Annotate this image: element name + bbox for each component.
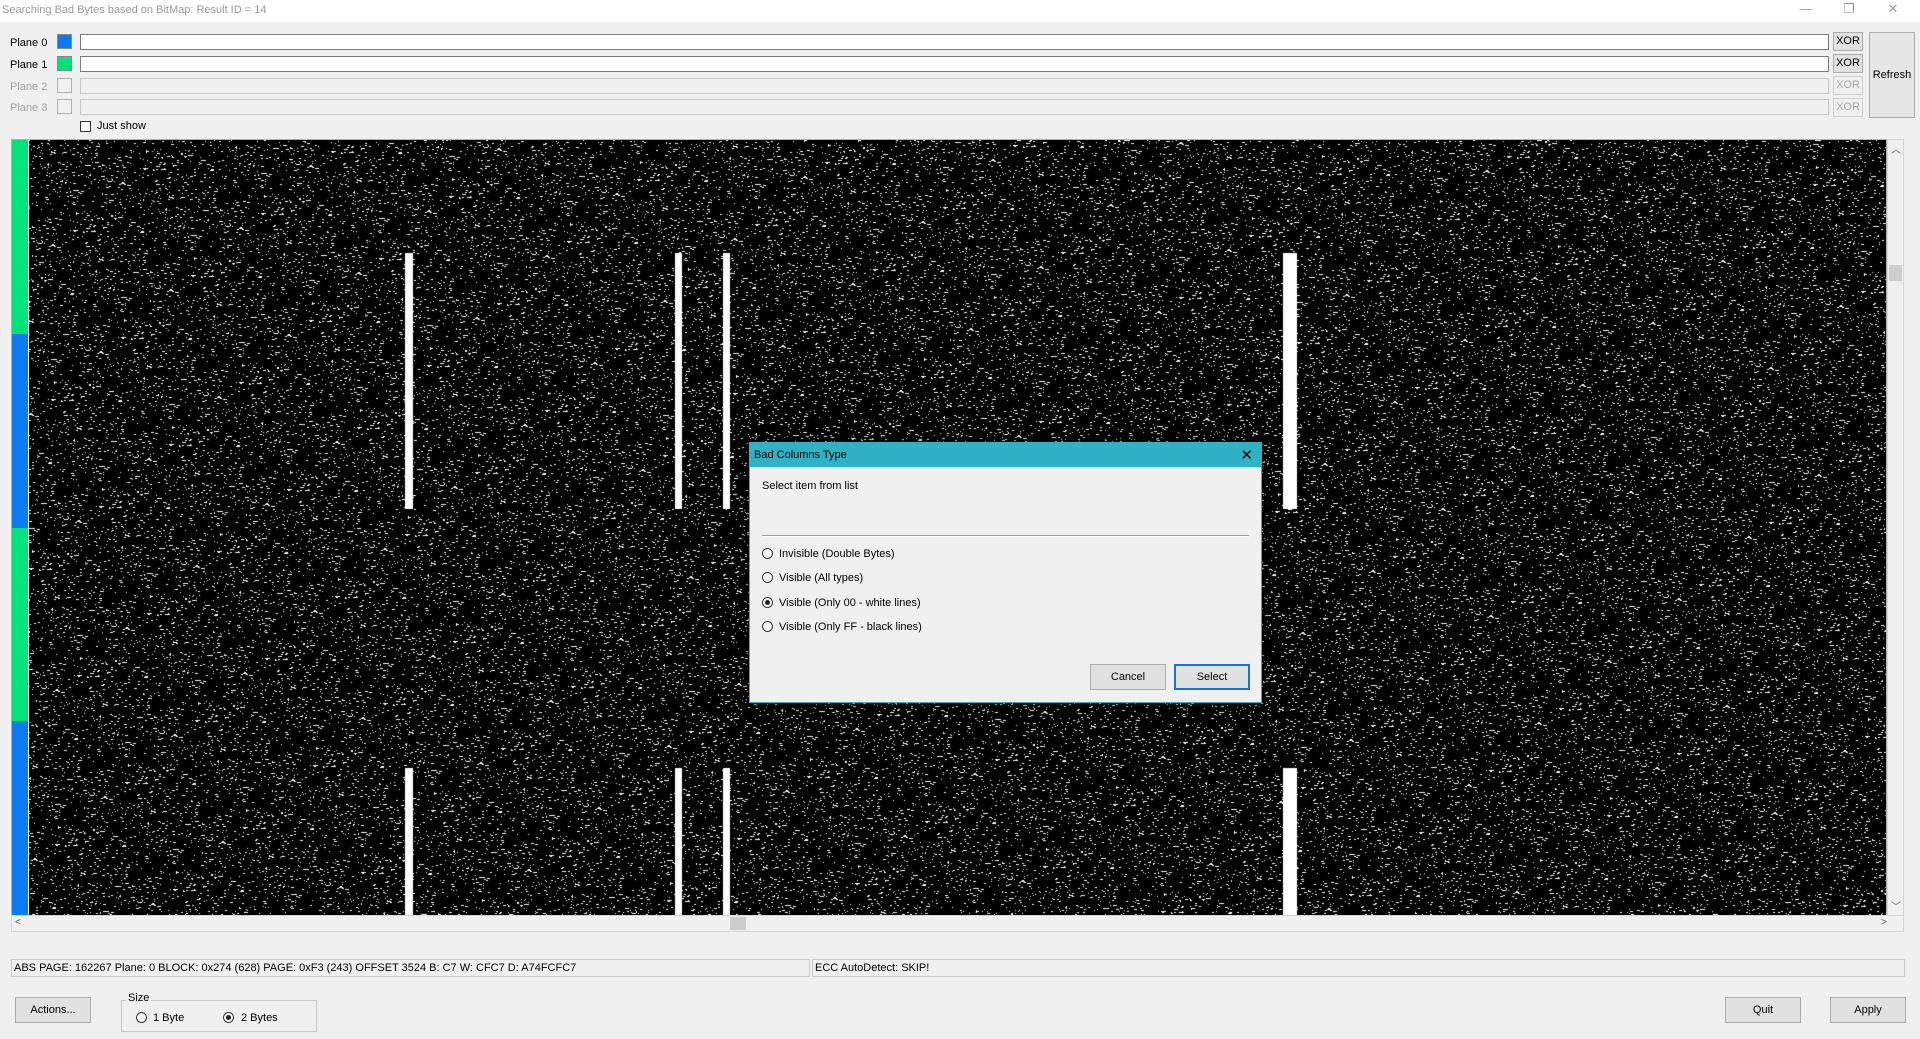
- just-show-label: Just show: [97, 120, 146, 132]
- option-label: Visible (Only 00 - white lines): [779, 597, 921, 609]
- option-visible-only-00-radio[interactable]: [762, 597, 773, 608]
- plane-bit-field[interactable]: [80, 56, 1829, 72]
- just-show-checkbox[interactable]: [80, 121, 91, 132]
- select-button[interactable]: Select: [1174, 664, 1250, 690]
- scroll-left-icon[interactable]: <: [15, 917, 21, 928]
- plane-strip-segment: [12, 140, 28, 334]
- xor-button[interactable]: XOR: [1833, 32, 1863, 51]
- plane-color-swatch: [57, 99, 72, 114]
- plane-strip-segment: [12, 527, 28, 722]
- scroll-thumb[interactable]: [730, 917, 746, 930]
- plane-strip-segment: [12, 721, 28, 915]
- plane-bit-field: [80, 78, 1829, 94]
- dialog-title: Bad Columns Type: [754, 449, 847, 461]
- size-2-bytes-label: 2 Bytes: [241, 1012, 278, 1024]
- cancel-button[interactable]: Cancel: [1090, 664, 1166, 690]
- scroll-right-icon[interactable]: >: [1881, 917, 1887, 928]
- size-1-byte-label: 1 Byte: [153, 1012, 185, 1024]
- close-icon[interactable]: ✕: [1870, 0, 1916, 20]
- horizontal-scrollbar[interactable]: < >: [11, 915, 1904, 932]
- vertical-scrollbar[interactable]: ︿ ﹀: [1887, 139, 1904, 916]
- plane-color-swatch: [57, 78, 72, 93]
- restore-icon[interactable]: ❐: [1826, 0, 1872, 20]
- bad-columns-type-dialog: Bad Columns Type ✕ Select item from list…: [749, 442, 1262, 703]
- apply-button[interactable]: Apply: [1830, 997, 1906, 1023]
- option-label: Visible (All types): [779, 572, 864, 584]
- plane-label: Plane 2: [10, 81, 48, 93]
- dialog-title-bar: Bad Columns Type ✕: [750, 443, 1261, 467]
- close-icon[interactable]: ✕: [1240, 446, 1253, 464]
- plane-label: Plane 0: [10, 37, 48, 49]
- minimize-icon[interactable]: —: [1783, 0, 1829, 20]
- refresh-button[interactable]: Refresh: [1869, 32, 1915, 118]
- xor-button: XOR: [1833, 98, 1863, 117]
- plane-color-strip: [12, 140, 28, 915]
- size-2-bytes-radio[interactable]: [223, 1012, 234, 1023]
- quit-button[interactable]: Quit: [1725, 997, 1801, 1023]
- plane-label: Plane 3: [10, 102, 48, 114]
- plane-label: Plane 1: [10, 59, 48, 71]
- dialog-separator: [762, 535, 1249, 537]
- size-group-label: Size: [126, 992, 152, 1004]
- actions-button[interactable]: Actions...: [15, 997, 91, 1023]
- option-visible-all-types-radio[interactable]: [762, 572, 773, 583]
- page-info-status: ABS PAGE: 162267 Plane: 0 BLOCK: 0x274 (…: [11, 959, 810, 977]
- option-label: Visible (Only FF - black lines): [779, 621, 922, 633]
- size-1-byte-radio[interactable]: [136, 1012, 147, 1023]
- xor-button[interactable]: XOR: [1833, 54, 1863, 73]
- plane-strip-segment: [12, 333, 28, 528]
- plane-color-swatch[interactable]: [57, 56, 72, 71]
- dialog-prompt: Select item from list: [762, 480, 858, 492]
- scroll-up-icon[interactable]: ︿: [1891, 141, 1901, 156]
- option-label: Invisible (Double Bytes): [779, 548, 895, 560]
- scroll-thumb[interactable]: [1889, 265, 1902, 281]
- option-invisible-double-bytes-radio[interactable]: [762, 548, 773, 559]
- option-visible-only-ff-radio[interactable]: [762, 621, 773, 632]
- title-bar: Searching Bad Bytes based on BitMap: Res…: [0, 0, 1920, 22]
- plane-color-swatch[interactable]: [57, 34, 72, 49]
- ecc-status: ECC AutoDetect: SKIP!: [812, 959, 1905, 977]
- size-groupbox: [121, 1000, 317, 1032]
- plane-bit-field: [80, 99, 1829, 115]
- scroll-down-icon[interactable]: ﹀: [1891, 898, 1901, 913]
- xor-button: XOR: [1833, 76, 1863, 95]
- plane-bit-field[interactable]: [80, 34, 1829, 50]
- window-title: Searching Bad Bytes based on BitMap: Res…: [2, 4, 267, 16]
